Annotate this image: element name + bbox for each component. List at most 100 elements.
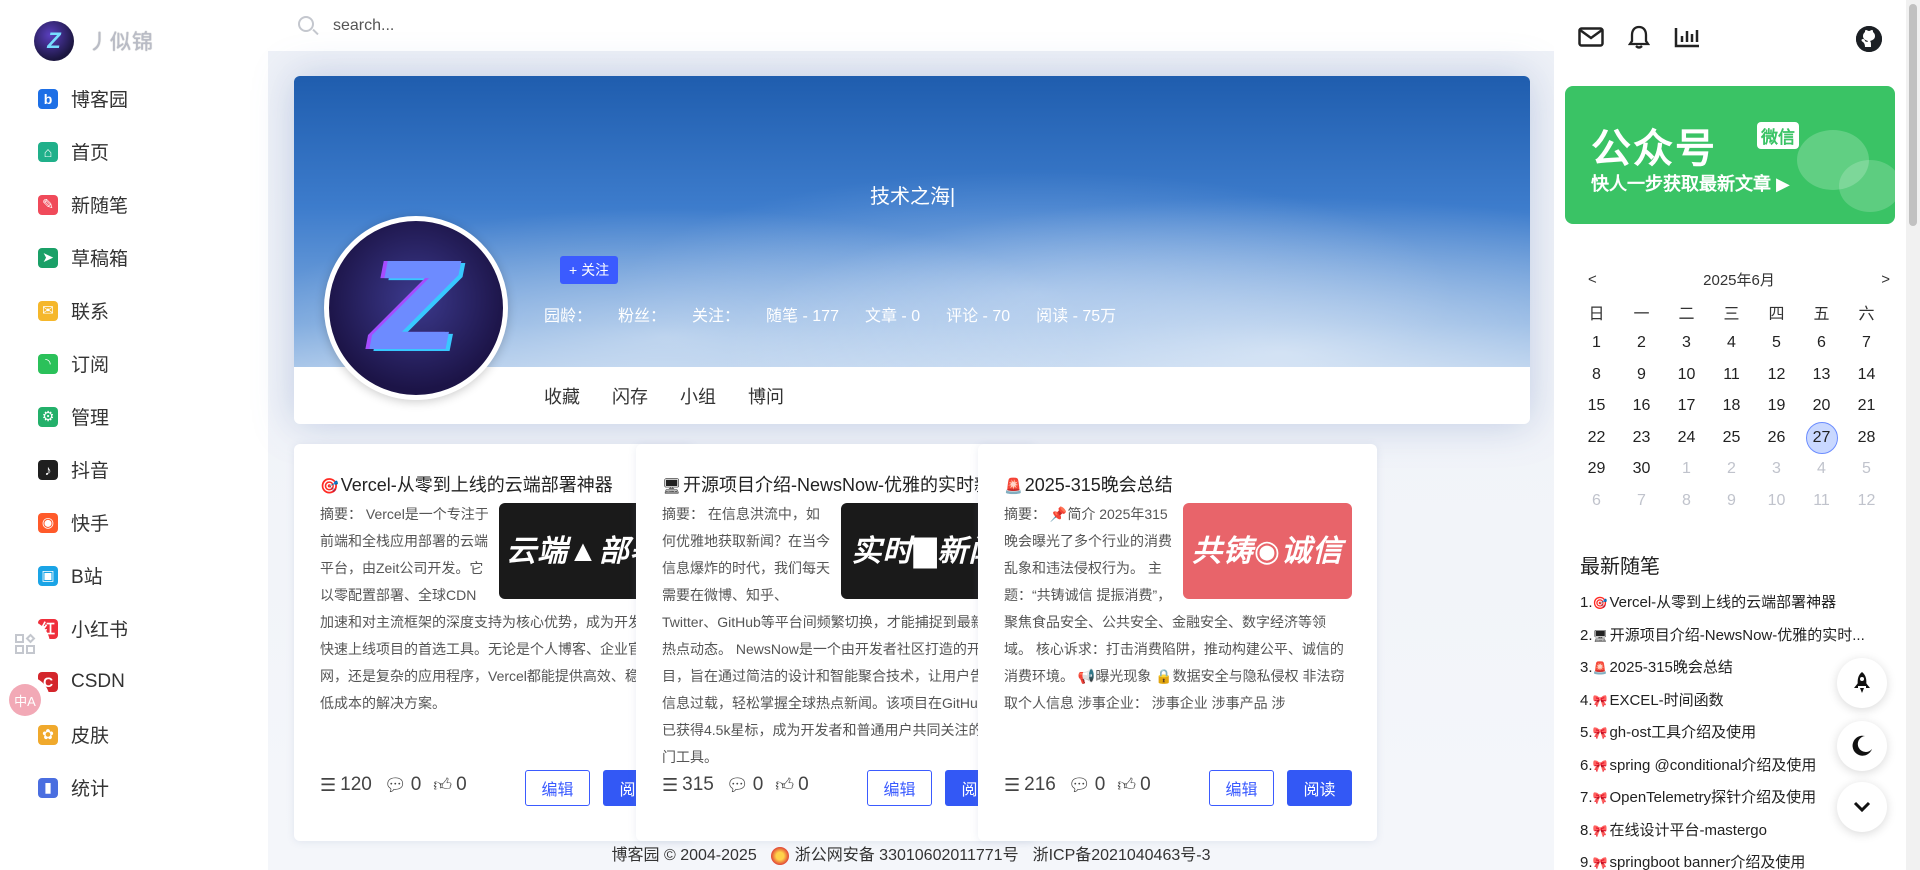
calendar-weekday: 三 xyxy=(1723,305,1740,323)
wechat-banner[interactable]: 公众号 微信 快人一步获取最新文章 ▶ xyxy=(1565,86,1895,224)
dark-mode-button[interactable] xyxy=(1837,721,1887,771)
calendar-day[interactable]: 23 xyxy=(1619,422,1664,454)
rocket-button[interactable] xyxy=(1837,658,1887,708)
sidebar-item[interactable]: ◝ 订阅 xyxy=(0,337,268,390)
search-icon[interactable] xyxy=(298,16,314,32)
calendar-prev-button[interactable]: < xyxy=(1588,271,1597,288)
calendar-day[interactable]: 2 xyxy=(1619,328,1664,360)
read-button[interactable]: 阅读 xyxy=(1287,770,1352,806)
page-scrollbar[interactable] xyxy=(1906,0,1920,870)
bell-icon[interactable] xyxy=(1626,25,1652,49)
sidebar-item[interactable]: ✉ 联系 xyxy=(0,284,268,337)
calendar-weekday: 六 xyxy=(1858,305,1875,323)
calendar-day[interactable]: 24 xyxy=(1664,422,1709,454)
calendar-day[interactable]: 25 xyxy=(1709,422,1754,454)
scrollbar-thumb[interactable] xyxy=(1909,4,1917,226)
sidebar-item[interactable]: ⚙ 管理 xyxy=(0,390,268,443)
calendar-day[interactable]: 10 xyxy=(1664,359,1709,391)
post-title[interactable]: 🖥 开源项目介绍-NewsNow-优雅的实时新 xyxy=(662,471,1012,497)
calendar-day[interactable]: 13 xyxy=(1799,359,1844,391)
calendar-day[interactable]: 8 xyxy=(1664,485,1709,517)
calendar-day[interactable]: 3 xyxy=(1664,328,1709,360)
avatar[interactable]: Z xyxy=(324,216,508,400)
sidebar-item[interactable]: ▣ B站 xyxy=(0,549,268,602)
calendar-day[interactable]: 12 xyxy=(1844,485,1889,517)
recent-post-link[interactable]: 3.🚨 2025-315晚会总结 xyxy=(1580,656,1880,689)
profile-tab[interactable]: 小组 xyxy=(680,383,716,409)
translate-float-button[interactable]: 中A xyxy=(0,676,50,724)
calendar-day[interactable]: 5 xyxy=(1844,454,1889,486)
follow-button[interactable]: + 关注 xyxy=(560,256,619,284)
calendar-day[interactable]: 30 xyxy=(1619,454,1664,486)
footer-police[interactable]: 浙公网安备 33010602011771号 xyxy=(770,841,1019,865)
sidebar-item[interactable]: ⌂ 首页 xyxy=(0,125,268,178)
sidebar-item[interactable]: b 博客园 xyxy=(0,72,268,125)
calendar-day[interactable]: 17 xyxy=(1664,391,1709,423)
recent-post-link[interactable]: 4.🎀 EXCEL-时间函数 xyxy=(1580,689,1880,722)
calendar-day[interactable]: 16 xyxy=(1619,391,1664,423)
recent-post-link[interactable]: 6.🎀 spring @conditional介绍及使用 xyxy=(1580,754,1880,787)
calendar-day[interactable]: 19 xyxy=(1754,391,1799,423)
calendar-day[interactable]: 11 xyxy=(1709,359,1754,391)
post-title[interactable]: 🚨 2025-315晚会总结 xyxy=(1004,471,1354,497)
calendar-day[interactable]: 4 xyxy=(1799,454,1844,486)
calendar-day[interactable]: 7 xyxy=(1844,328,1889,360)
calendar-day[interactable]: 2 xyxy=(1709,454,1754,486)
calendar-day[interactable]: 27 xyxy=(1799,421,1844,454)
sidebar-item[interactable]: ♪ 抖音 xyxy=(0,443,268,496)
calendar-day[interactable]: 9 xyxy=(1619,359,1664,391)
calendar-next-button[interactable]: > xyxy=(1881,271,1890,288)
mail-icon[interactable] xyxy=(1578,26,1604,48)
recent-post-link[interactable]: 5.🎀 gh-ost工具介绍及使用 xyxy=(1580,721,1880,754)
calendar-day[interactable]: 9 xyxy=(1709,485,1754,517)
stats-icon[interactable] xyxy=(1674,26,1700,48)
sidebar-item[interactable]: ◉ 快手 xyxy=(0,496,268,549)
edit-button[interactable]: 编辑 xyxy=(1209,770,1274,806)
brand[interactable]: Z 丿似锦 xyxy=(34,21,154,61)
recent-post-link[interactable]: 8.🎀 在线设计平台-mastergo xyxy=(1580,819,1880,852)
apps-float-button[interactable] xyxy=(0,620,50,668)
calendar-day[interactable]: 22 xyxy=(1574,422,1619,454)
recent-post-link[interactable]: 2.🖥 开源项目介绍-NewsNow-优雅的实时... xyxy=(1580,624,1880,657)
post-title[interactable]: 🎯 Vercel-从零到上线的云端部署神器 xyxy=(320,471,670,497)
footer-copyright[interactable]: 博客园 © 2004-2025 xyxy=(612,841,757,865)
calendar-day[interactable]: 15 xyxy=(1574,391,1619,423)
github-icon[interactable] xyxy=(1856,26,1882,52)
calendar-today[interactable]: 27 xyxy=(1805,421,1838,454)
calendar-day[interactable]: 5 xyxy=(1754,328,1799,360)
calendar-day[interactable]: 18 xyxy=(1709,391,1754,423)
calendar-day[interactable]: 3 xyxy=(1754,454,1799,486)
calendar-day[interactable]: 26 xyxy=(1754,422,1799,454)
profile-tab[interactable]: 闪存 xyxy=(612,383,648,409)
calendar-day[interactable]: 14 xyxy=(1844,359,1889,391)
calendar-day[interactable]: 8 xyxy=(1574,359,1619,391)
calendar-day[interactable]: 29 xyxy=(1574,454,1619,486)
post-thumbnail[interactable]: 共铸◉诚信 xyxy=(1183,503,1352,599)
calendar-day[interactable]: 28 xyxy=(1844,422,1889,454)
calendar-day[interactable]: 21 xyxy=(1844,391,1889,423)
recent-post-emoji-icon: 🎀 xyxy=(1592,856,1608,870)
calendar-day[interactable]: 12 xyxy=(1754,359,1799,391)
scroll-down-button[interactable] xyxy=(1837,782,1887,832)
calendar-day[interactable]: 1 xyxy=(1664,454,1709,486)
calendar-day[interactable]: 6 xyxy=(1574,485,1619,517)
search-input[interactable] xyxy=(333,12,733,40)
recent-post-link[interactable]: 9.🎀 springboot banner介绍及使用 xyxy=(1580,851,1880,870)
recent-post-link[interactable]: 1.🎯 Vercel-从零到上线的云端部署神器 xyxy=(1580,591,1880,624)
calendar-day[interactable]: 6 xyxy=(1799,328,1844,360)
sidebar-item[interactable]: ▮ 统计 xyxy=(0,761,268,814)
profile-tab[interactable]: 博问 xyxy=(748,383,784,409)
edit-button[interactable]: 编辑 xyxy=(867,770,932,806)
calendar-day[interactable]: 10 xyxy=(1754,485,1799,517)
calendar-day[interactable]: 7 xyxy=(1619,485,1664,517)
profile-tab[interactable]: 收藏 xyxy=(544,383,580,409)
edit-button[interactable]: 编辑 xyxy=(525,770,590,806)
calendar-day[interactable]: 20 xyxy=(1799,391,1844,423)
calendar-day[interactable]: 1 xyxy=(1574,328,1619,360)
recent-post-link[interactable]: 7.🎀 OpenTelemetry探针介绍及使用 xyxy=(1580,786,1880,819)
calendar-day[interactable]: 11 xyxy=(1799,485,1844,517)
footer-icp[interactable]: 浙ICP备2021040463号-3 xyxy=(1033,841,1211,865)
sidebar-item[interactable]: ✎ 新随笔 xyxy=(0,178,268,231)
calendar-day[interactable]: 4 xyxy=(1709,328,1754,360)
sidebar-item[interactable]: ➤ 草稿箱 xyxy=(0,231,268,284)
